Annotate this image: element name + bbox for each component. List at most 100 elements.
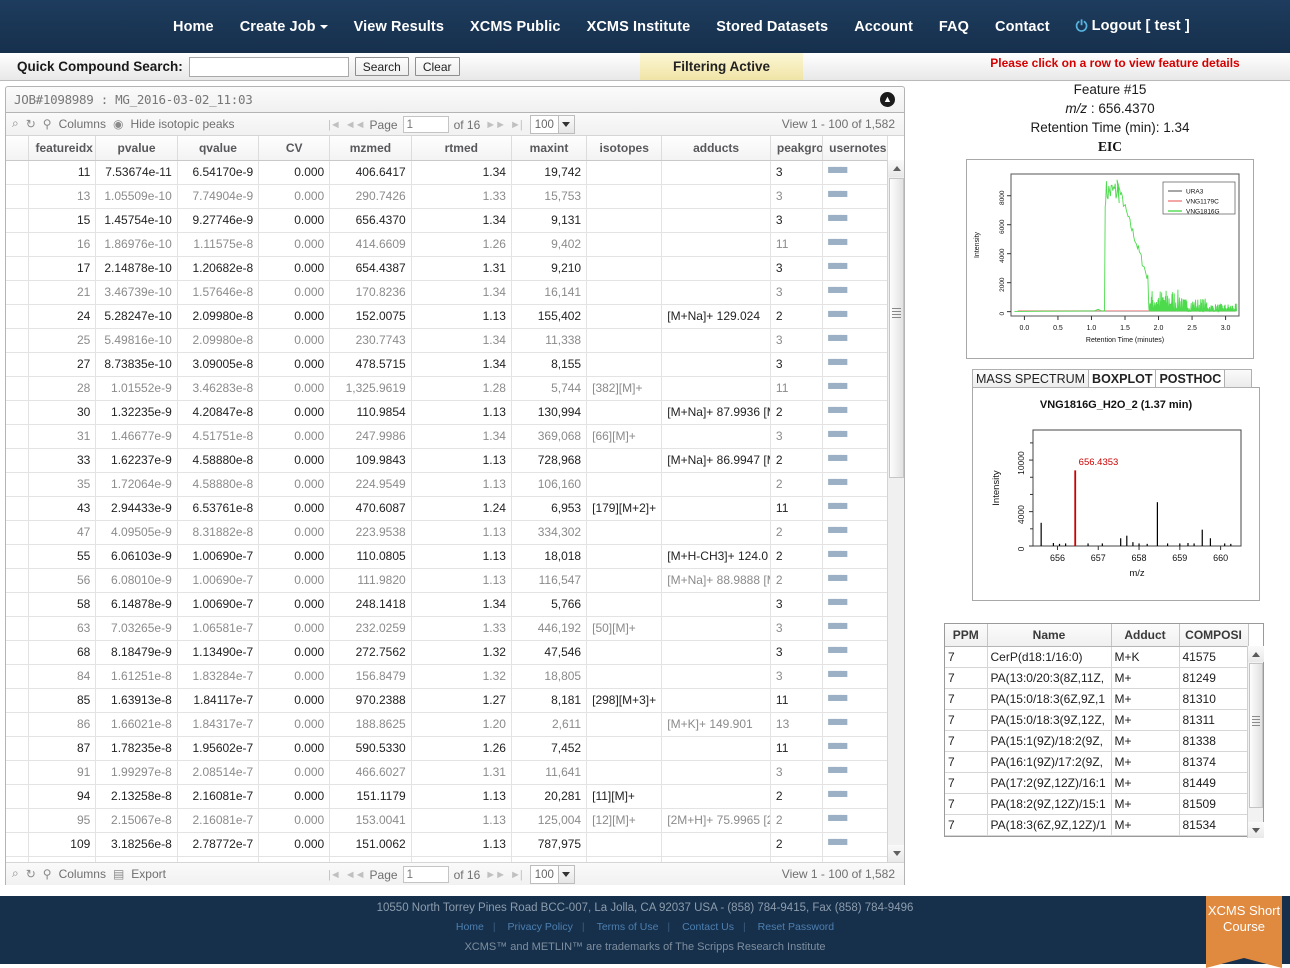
- table-row[interactable]: 24 5.28247e-10 2.09980e-8 0.000 152.0075 1.13…: [6, 304, 888, 329]
- next-page-icon[interactable]: ►►: [485, 869, 506, 881]
- col-pvalue[interactable]: pvalue: [95, 136, 178, 161]
- row-select-cell[interactable]: [6, 496, 30, 521]
- row-select-cell[interactable]: [6, 832, 30, 857]
- row-select-cell[interactable]: [6, 568, 30, 593]
- table-row[interactable]: 68 8.18479e-9 1.13490e-7 0.000 272.7562 1.32 4…: [6, 640, 888, 665]
- collapse-icon[interactable]: ▲: [880, 92, 895, 107]
- list-item[interactable]: 7 PA(18:2(9Z,12Z)/15:1 M+ 81509: [945, 793, 1249, 815]
- nav-item-account[interactable]: Account: [841, 11, 926, 43]
- columns-button[interactable]: Columns: [59, 867, 106, 881]
- chevron-down-icon[interactable]: [557, 866, 574, 883]
- scroll-down-icon[interactable]: [1248, 822, 1264, 838]
- nav-item-stored-datasets[interactable]: Stored Datasets: [703, 11, 841, 43]
- col-maxint[interactable]: maxint: [511, 136, 588, 161]
- table-row[interactable]: 87 1.78235e-8 1.95602e-7 0.000 590.5330 1.26 7…: [6, 736, 888, 761]
- table-row[interactable]: 95 2.15067e-8 2.16081e-7 0.000 153.0041 1.13 1…: [6, 808, 888, 833]
- footer-link-privacy[interactable]: Privacy Policy: [508, 921, 573, 933]
- first-page-icon[interactable]: |◄: [328, 869, 341, 881]
- col-cv[interactable]: CV: [258, 136, 331, 161]
- row-select-cell[interactable]: [6, 592, 30, 617]
- page-input[interactable]: [402, 866, 449, 883]
- list-item[interactable]: 7 PA(15:0/18:3(9Z,12Z, M+ 81311: [945, 709, 1249, 731]
- chevron-down-icon[interactable]: [557, 116, 574, 133]
- row-select-cell[interactable]: [6, 784, 30, 809]
- refresh-icon[interactable]: ↻: [26, 867, 36, 881]
- row-select-cell[interactable]: [6, 520, 30, 545]
- scroll-up-icon[interactable]: [1248, 646, 1264, 662]
- last-page-icon[interactable]: ►|: [510, 869, 523, 881]
- list-item[interactable]: 7 PA(16:1(9Z)/17:2(9Z, M+ 81374: [945, 751, 1249, 773]
- row-select-cell[interactable]: [6, 184, 30, 209]
- scroll-up-icon[interactable]: [888, 160, 904, 177]
- row-select-cell[interactable]: [6, 400, 30, 425]
- scrollbar-thumb[interactable]: [889, 178, 904, 478]
- col-composition[interactable]: COMPOSI: [1179, 624, 1249, 647]
- table-row[interactable]: 35 1.72064e-9 4.58880e-8 0.000 224.9549 1.13 1…: [6, 472, 888, 497]
- list-item[interactable]: 7 PA(15:1(9Z)/18:2(9Z, M+ 81338: [945, 730, 1249, 752]
- table-row[interactable]: 11 7.53674e-11 6.54170e-9 0.000 406.6417 1.34…: [6, 160, 888, 185]
- col-name[interactable]: Name: [987, 624, 1112, 647]
- table-row[interactable]: 58 6.14878e-9 1.00690e-7 0.000 248.1418 1.34 5…: [6, 592, 888, 617]
- hide-isotopic-peaks-button[interactable]: Hide isotopic peaks: [130, 117, 234, 131]
- columns-button[interactable]: Columns: [59, 117, 106, 131]
- list-item[interactable]: 7 CerP(d18:1/16:0) M+K 41575: [945, 646, 1249, 668]
- row-select-cell[interactable]: [6, 376, 30, 401]
- export-button[interactable]: Export: [131, 867, 166, 881]
- table-vertical-scrollbar[interactable]: [887, 160, 904, 862]
- list-item[interactable]: 7 PA(13:0/20:3(8Z,11Z, M+ 81249: [945, 667, 1249, 689]
- col-featureidx[interactable]: featureidx: [28, 136, 97, 161]
- list-item[interactable]: 7 PA(17:2(9Z,12Z)/16:1 M+ 81449: [945, 772, 1249, 794]
- nav-item-create-job[interactable]: Create Job: [227, 11, 341, 43]
- refresh-icon[interactable]: ↻: [26, 117, 36, 131]
- page-size-select[interactable]: 100: [529, 865, 575, 884]
- row-select-cell[interactable]: [6, 712, 30, 737]
- row-select-cell[interactable]: [6, 304, 30, 329]
- row-select-cell[interactable]: [6, 160, 30, 185]
- table-row[interactable]: 55 6.06103e-9 1.00690e-7 0.000 110.0805 1.13 1…: [6, 544, 888, 569]
- wrench-icon[interactable]: ⚲: [43, 867, 52, 881]
- col-adducts[interactable]: adducts: [661, 136, 771, 161]
- nav-item-contact[interactable]: Contact: [982, 11, 1063, 43]
- table-row[interactable]: 13 1.05509e-10 7.74904e-9 0.000 290.7426 1.33…: [6, 184, 888, 209]
- scroll-down-icon[interactable]: [888, 845, 904, 862]
- table-row[interactable]: 84 1.61251e-8 1.83284e-7 0.000 156.8479 1.32 1…: [6, 664, 888, 689]
- table-row[interactable]: 43 2.94433e-9 6.53761e-8 0.000 470.6087 1.24 6…: [6, 496, 888, 521]
- row-select-cell[interactable]: [6, 616, 30, 641]
- table-row[interactable]: 91 1.99297e-8 2.08514e-7 0.000 466.6027 1.31 1…: [6, 760, 888, 785]
- search-input[interactable]: [188, 56, 349, 77]
- row-select-cell[interactable]: [6, 640, 30, 665]
- row-select-cell[interactable]: [6, 688, 30, 713]
- row-select-cell[interactable]: [6, 664, 30, 689]
- row-select-cell[interactable]: [6, 280, 30, 305]
- table-row[interactable]: 109 3.18256e-8 2.78772e-7 0.000 151.0062 1.13…: [6, 832, 888, 857]
- search-icon[interactable]: ⌕: [12, 866, 19, 881]
- mass-spectrum-chart[interactable]: VNG1816G_H2O_2 (1.37 min) 656 657 658 659 660…: [973, 388, 1259, 600]
- tab-posthoc[interactable]: POSTHOC: [1155, 369, 1226, 388]
- compound-scrollbar[interactable]: [1247, 646, 1264, 838]
- col-qvalue[interactable]: qvalue: [177, 136, 260, 161]
- tab-mass-spectrum[interactable]: MASS SPECTRUM: [972, 369, 1090, 388]
- table-row[interactable]: 47 4.09505e-9 8.31882e-8 0.000 223.9538 1.13 3…: [6, 520, 888, 545]
- clear-button[interactable]: Clear: [414, 57, 460, 76]
- row-select-cell[interactable]: [6, 328, 30, 353]
- row-select-cell[interactable]: [6, 232, 30, 257]
- row-select-cell[interactable]: [6, 256, 30, 281]
- col-usernotes[interactable]: usernotes: [822, 136, 888, 161]
- col-peakgroup[interactable]: peakgroup: [770, 136, 824, 161]
- row-select-cell[interactable]: [6, 760, 30, 785]
- table-row[interactable]: 94 2.13258e-8 2.16081e-7 0.000 151.1179 1.13 2…: [6, 784, 888, 809]
- col-rownum[interactable]: [6, 136, 30, 161]
- table-row[interactable]: 63 7.03265e-9 1.06581e-7 0.000 232.0259 1.33 4…: [6, 616, 888, 641]
- prev-page-icon[interactable]: ◄◄: [345, 869, 366, 881]
- footer-link-contact[interactable]: Contact Us: [682, 921, 734, 933]
- table-row[interactable]: 25 5.49816e-10 2.09980e-8 0.000 230.7743 1.34…: [6, 328, 888, 353]
- wrench-icon[interactable]: ⚲: [43, 117, 52, 131]
- nav-item-view-results[interactable]: View Results: [341, 11, 457, 43]
- last-page-icon[interactable]: ►|: [510, 119, 523, 131]
- footer-link-terms[interactable]: Terms of Use: [597, 921, 659, 933]
- row-select-cell[interactable]: [6, 352, 30, 377]
- export-icon[interactable]: ▤: [113, 867, 124, 881]
- list-item[interactable]: 7 PA(15:0/18:3(6Z,9Z,1 M+ 81310: [945, 688, 1249, 710]
- list-item[interactable]: 7 PA(18:3(6Z,9Z,12Z)/1 M+ 81534: [945, 814, 1249, 836]
- table-row[interactable]: 27 8.73835e-10 3.09005e-8 0.000 478.5715 1.34…: [6, 352, 888, 377]
